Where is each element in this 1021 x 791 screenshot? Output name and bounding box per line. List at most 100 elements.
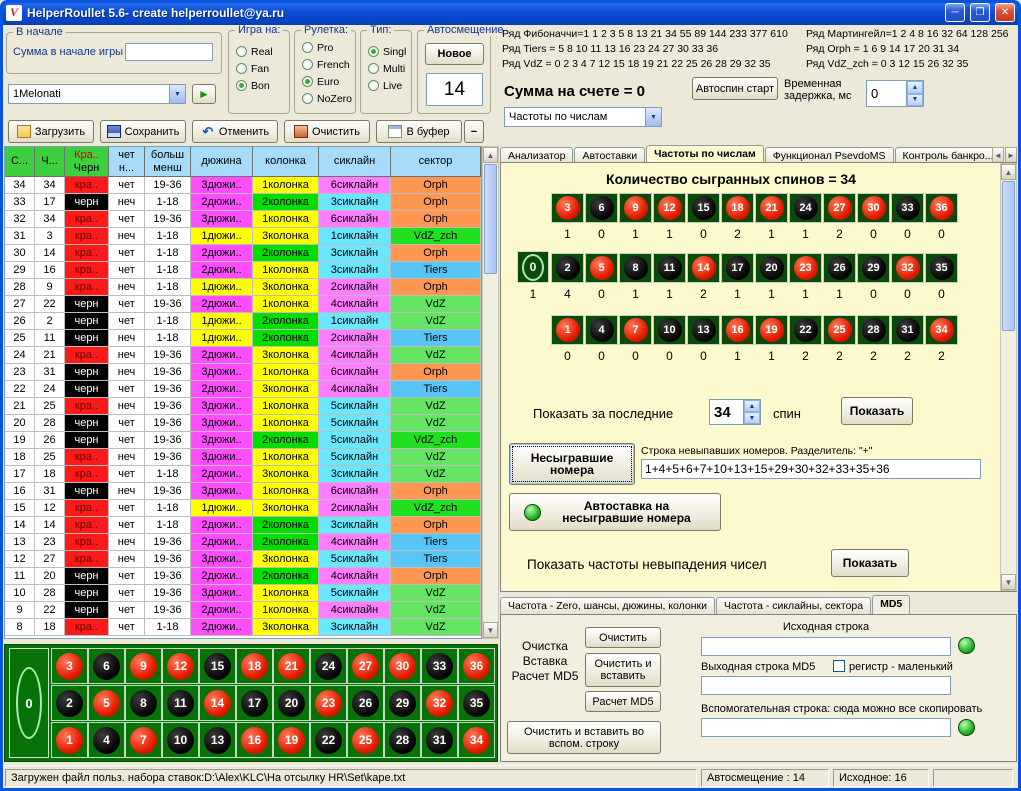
radio-icon[interactable] xyxy=(368,46,379,57)
md5-clear-paste-aux-button[interactable]: Очистить и вставить во вспом. строку xyxy=(507,721,661,754)
md5-clear-paste-button[interactable]: Очистить и вставить xyxy=(585,653,661,687)
radio-option-real[interactable]: Real xyxy=(229,43,289,60)
radio-icon[interactable] xyxy=(236,46,247,57)
table-row[interactable]: 2421кра..неч19-362дюжи..3колонка4сиклайн… xyxy=(5,347,481,364)
board-cell-8[interactable]: 8 xyxy=(125,685,162,721)
radio-option-euro[interactable]: Euro xyxy=(295,73,355,90)
table-scrollbar[interactable]: ▲ ▼ xyxy=(482,146,499,639)
board-cell-34[interactable]: 34 xyxy=(458,722,495,758)
board-cell-11[interactable]: 11 xyxy=(653,253,686,283)
table-row[interactable]: 922чернчет19-362дюжи..1колонка4сиклайнVd… xyxy=(5,602,481,619)
board-cell-23[interactable]: 23 xyxy=(310,685,347,721)
toolbar-button-clipboard[interactable]: В буфер xyxy=(376,120,462,143)
board-cell-14[interactable]: 14 xyxy=(687,253,720,283)
board-cell-21[interactable]: 21 xyxy=(273,648,310,684)
missing-numbers-button[interactable]: Несыгравшие номера xyxy=(509,443,635,485)
board-cell-25[interactable]: 25 xyxy=(823,315,856,345)
scrollbar-thumb[interactable] xyxy=(484,164,497,274)
autospin-start-button[interactable]: Автоспин старт xyxy=(692,77,778,100)
spinner-up-icon[interactable]: ▲ xyxy=(744,400,760,412)
table-row[interactable]: 2331черннеч19-363дюжи..1колонка6сиклайнO… xyxy=(5,364,481,381)
board-cell-20[interactable]: 20 xyxy=(755,253,788,283)
table-row[interactable]: 2028чернчет19-363дюжи..1колонка5сиклайнV… xyxy=(5,415,481,432)
board-cell-7[interactable]: 7 xyxy=(125,722,162,758)
board-cell-14[interactable]: 14 xyxy=(199,685,236,721)
table-row[interactable]: 2224чернчет19-362дюжи..3колонка4сиклайнT… xyxy=(5,381,481,398)
green-orb-icon[interactable] xyxy=(958,637,975,654)
show-last-button[interactable]: Показать xyxy=(841,397,913,425)
table-row[interactable]: 1414кра..чет1-182дюжи..2колонка3сиклайнO… xyxy=(5,517,481,534)
table-row[interactable]: 818кра..чет1-182дюжи..3колонка3сиклайнVd… xyxy=(5,619,481,636)
md5-clear-button[interactable]: Очистить xyxy=(585,627,661,648)
panel-scrollbar[interactable]: ▲ ▼ xyxy=(1000,163,1017,591)
scroll-down-icon[interactable]: ▼ xyxy=(483,622,498,638)
board-cell-16[interactable]: 16 xyxy=(721,315,754,345)
board-cell-32[interactable]: 32 xyxy=(891,253,924,283)
board-cell-28[interactable]: 28 xyxy=(384,722,421,758)
board-cell-17[interactable]: 17 xyxy=(721,253,754,283)
board-cell-27[interactable]: 27 xyxy=(347,648,384,684)
radio-option-bon[interactable]: Bon xyxy=(229,77,289,94)
toolbar-button-save-disk[interactable]: Сохранить xyxy=(100,120,186,143)
radio-option-pro[interactable]: Pro xyxy=(295,39,355,56)
board-cell-10[interactable]: 10 xyxy=(653,315,686,345)
board-cell-4[interactable]: 4 xyxy=(88,722,125,758)
table-row[interactable]: 1718кра..чет1-182дюжи..3колонка3сиклайнV… xyxy=(5,466,481,483)
table-row[interactable]: 1323кра..неч19-362дюжи..2колонка4сиклайн… xyxy=(5,534,481,551)
table-row[interactable]: 313кра..неч1-181дюжи..3колонка1сиклайнVd… xyxy=(5,228,481,245)
tab-scroll-right-icon[interactable]: ► xyxy=(1005,147,1017,163)
board-cell-19[interactable]: 19 xyxy=(273,722,310,758)
radio-option-singl[interactable]: Singl xyxy=(361,43,411,60)
board-cell-12[interactable]: 12 xyxy=(653,193,686,223)
board-cell-18[interactable]: 18 xyxy=(721,193,754,223)
board-cell-15[interactable]: 15 xyxy=(687,193,720,223)
table-row[interactable]: 3317черннеч1-182дюжи..2колонка3сиклайнOr… xyxy=(5,194,481,211)
radio-icon[interactable] xyxy=(236,63,247,74)
chevron-down-icon[interactable]: ▼ xyxy=(645,108,661,126)
board-cell-33[interactable]: 33 xyxy=(421,648,458,684)
board-cell-17[interactable]: 17 xyxy=(236,685,273,721)
table-row[interactable]: 1512кра..чет1-181дюжи..3колонка2сиклайнV… xyxy=(5,500,481,517)
table-row[interactable]: 3014кра..чет1-182дюжи..2колонка3сиклайнO… xyxy=(5,245,481,262)
autobet-missing-button[interactable]: Автоставка на несыгравшие номера xyxy=(509,493,721,531)
board-cell-3[interactable]: 3 xyxy=(551,193,584,223)
radio-option-nozero[interactable]: NoZero xyxy=(295,90,355,107)
start-sum-input[interactable] xyxy=(125,43,213,61)
board-cell-27[interactable]: 27 xyxy=(823,193,856,223)
spinner-up-icon[interactable]: ▲ xyxy=(907,81,923,94)
board-cell-20[interactable]: 20 xyxy=(273,685,310,721)
table-row[interactable]: 2511черннеч1-181дюжи..2колонка2сиклайнTi… xyxy=(5,330,481,347)
board-cell-26[interactable]: 26 xyxy=(823,253,856,283)
table-row[interactable]: 2722чернчет19-362дюжи..1колонка4сиклайнV… xyxy=(5,296,481,313)
board-cell-13[interactable]: 13 xyxy=(199,722,236,758)
title-bar[interactable]: V HelperRoullet 5.6- create helperroulle… xyxy=(0,0,1021,25)
table-row[interactable]: 3434кра..чет19-363дюжи..1колонка6сиклайн… xyxy=(5,177,481,194)
frequency-combobox[interactable]: Частоты по числам ▼ xyxy=(504,107,662,127)
board-cell-24[interactable]: 24 xyxy=(310,648,347,684)
chevron-down-icon[interactable]: ▼ xyxy=(169,85,185,103)
table-row[interactable]: 1028чернчет19-363дюжи..1колонка5сиклайнV… xyxy=(5,585,481,602)
toolbar-button-undo-arrow[interactable]: ↶Отменить xyxy=(192,120,278,143)
board-cell-30[interactable]: 30 xyxy=(857,193,890,223)
missing-numbers-input[interactable] xyxy=(641,459,981,479)
board-cell-18[interactable]: 18 xyxy=(236,648,273,684)
maximize-button[interactable]: ❐ xyxy=(970,3,990,22)
board-cell-9[interactable]: 9 xyxy=(619,193,652,223)
radio-icon[interactable] xyxy=(302,42,313,53)
board-cell-6[interactable]: 6 xyxy=(585,193,618,223)
board-cell-25[interactable]: 25 xyxy=(347,722,384,758)
tab-частота-zero-шансы-дюжины-колонки[interactable]: Частота - Zero, шансы, дюжины, колонки xyxy=(500,597,715,614)
toolbar-button-clean-brush[interactable]: Очистить xyxy=(284,120,370,143)
show-last-spinner[interactable]: 34 ▲ ▼ xyxy=(709,399,761,425)
board-cell-11[interactable]: 11 xyxy=(162,685,199,721)
board-cell-5[interactable]: 5 xyxy=(88,685,125,721)
board-cell-22[interactable]: 22 xyxy=(789,315,822,345)
scrollbar-thumb[interactable] xyxy=(1002,181,1015,331)
radio-icon[interactable] xyxy=(302,76,313,87)
radio-option-fan[interactable]: Fan xyxy=(229,60,289,77)
new-shift-button[interactable]: Новое xyxy=(425,43,484,65)
board-cell-28[interactable]: 28 xyxy=(857,315,890,345)
strategy-combobox[interactable]: 1Melonati ▼ xyxy=(8,84,186,104)
table-row[interactable]: 2916кра..чет1-182дюжи..1колонка3сиклайнT… xyxy=(5,262,481,279)
table-row[interactable]: 1926чернчет19-363дюжи..2колонка5сиклайнV… xyxy=(5,432,481,449)
